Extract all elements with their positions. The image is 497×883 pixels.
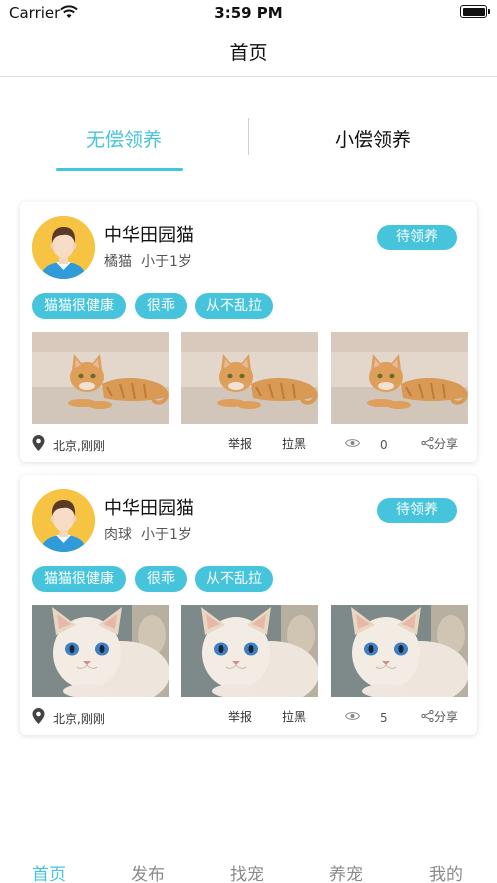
status-bar: Carrier 3:59 PM [0,0,497,26]
adoption-type-tabs: 无偿领养 小偿领养 [0,115,497,175]
avatar[interactable] [32,489,95,552]
tag: 很乖 [135,566,187,592]
tag: 猫猫很健康 [32,566,126,592]
report-button[interactable]: 举报 [228,708,252,725]
share-icon [421,710,434,722]
location-pin-icon [32,708,45,724]
tab-home[interactable]: 首页 [19,860,79,883]
tab-free-adoption[interactable]: 无偿领养 [24,115,224,167]
post-footer: 北京,刚刚 举报 拉黑 0 分享 [20,432,477,456]
share-icon [421,437,434,449]
adoption-status-button[interactable]: 待领养 [377,498,457,523]
post-footer: 北京,刚刚 举报 拉黑 5 分享 [20,705,477,729]
share-button[interactable]: 分享 [421,708,458,725]
tab-selected-indicator [56,168,183,171]
pet-photo[interactable] [331,332,468,424]
eye-icon [345,712,360,720]
pet-age: 小于1岁 [141,254,192,270]
pet-photo[interactable] [331,605,468,697]
location-text: 北京,刚刚 [53,712,105,726]
adoption-status-button[interactable]: 待领养 [377,225,457,250]
block-button[interactable]: 拉黑 [282,435,306,452]
tab-pet-care[interactable]: 养宠 [316,860,376,883]
pet-breed: 橘猫 [104,254,132,270]
pet-meta: 橘猫 小于1岁 [104,251,192,271]
view-count: 5 [380,711,388,725]
battery-icon [460,5,490,18]
pet-photo[interactable] [181,605,318,697]
location-pin-icon [32,435,45,451]
pet-name: 中华田园猫 [104,225,194,246]
share-button[interactable]: 分享 [421,435,458,452]
pet-meta: 肉球 小于1岁 [104,524,192,544]
pet-breed: 肉球 [104,527,132,543]
eye-icon [345,439,360,447]
clock: 3:59 PM [214,4,283,22]
pet-name: 中华田园猫 [104,498,194,519]
navigation-bar: 首页 [0,26,497,77]
tab-find-pet[interactable]: 找宠 [217,860,277,883]
pet-post-card[interactable]: 中华田园猫 肉球 小于1岁 待领养 猫猫很健康 很乖 从不乱拉 北京,刚刚 举报 … [20,475,477,735]
page-title: 首页 [229,42,268,64]
bottom-tab-bar: 首页 发布 找宠 养宠 我的 [0,850,497,883]
tab-divider [248,118,249,155]
tag: 从不乱拉 [195,293,273,319]
pet-post-card[interactable]: 中华田园猫 橘猫 小于1岁 待领养 猫猫很健康 很乖 从不乱拉 北京,刚刚 举报 … [20,202,477,462]
tab-mine[interactable]: 我的 [416,860,476,883]
tag: 很乖 [135,293,187,319]
tag: 从不乱拉 [195,566,273,592]
report-button[interactable]: 举报 [228,435,252,452]
tag: 猫猫很健康 [32,293,126,319]
avatar[interactable] [32,216,95,279]
pet-photo[interactable] [32,332,169,424]
pet-age: 小于1岁 [141,527,192,543]
view-count: 0 [380,438,388,452]
location-text: 北京,刚刚 [53,439,105,453]
share-label: 分享 [434,710,459,724]
tab-paid-adoption[interactable]: 小偿领养 [273,115,473,167]
pet-photo[interactable] [32,605,169,697]
share-label: 分享 [434,437,459,451]
block-button[interactable]: 拉黑 [282,708,306,725]
tab-publish[interactable]: 发布 [118,860,178,883]
pet-photo[interactable] [181,332,318,424]
